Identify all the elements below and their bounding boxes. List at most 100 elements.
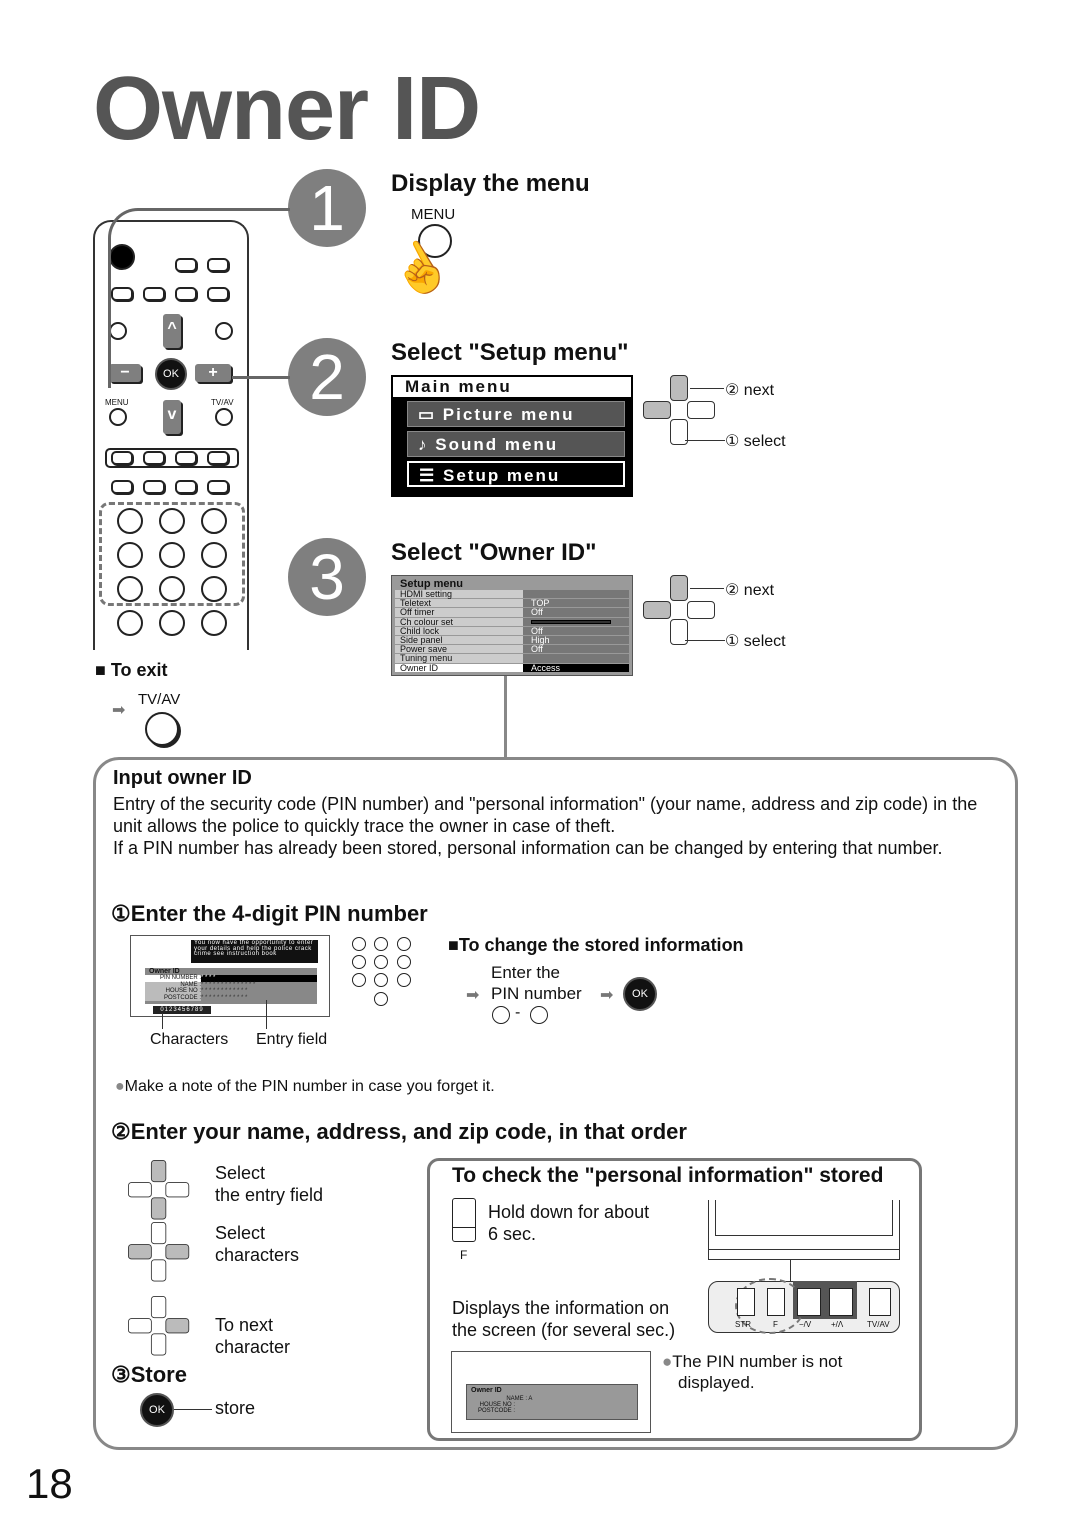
number-key-icon <box>397 973 411 987</box>
dpad-up-down-icon <box>128 1160 190 1220</box>
number-key[interactable] <box>201 610 227 636</box>
list-icon: ☰ <box>419 466 437 485</box>
remote-button[interactable] <box>207 480 229 494</box>
pin-screen-title: Owner ID <box>149 968 180 975</box>
arrow-icon: ➡ <box>466 987 480 1004</box>
leader-line <box>232 376 290 379</box>
step-number-3: 3 <box>288 538 366 616</box>
arrow-icon: ➡ <box>600 987 614 1004</box>
arrow-icon: ➡ <box>112 702 126 719</box>
ok-button[interactable]: OK <box>623 977 657 1011</box>
store-label: store <box>215 1398 256 1418</box>
number-key-icon <box>397 937 411 951</box>
number-key-icon <box>492 1006 510 1024</box>
dpad-left-right-icon <box>128 1222 190 1282</box>
tvav-label: TV/AV <box>867 1320 890 1329</box>
page-number: 18 <box>26 1460 73 1507</box>
main-menu-screen: Main menu ▭ Picture menu ♪ Sound menu ☰ … <box>391 375 633 497</box>
setup-row-owner-id[interactable]: Owner ID Access <box>395 663 629 673</box>
number-key[interactable] <box>117 542 143 568</box>
number-key[interactable] <box>159 610 185 636</box>
characters-label: Characters <box>150 1031 229 1048</box>
step-3-heading: Select "Owner ID" <box>391 539 597 566</box>
setup-menu-screen: Setup menu HDMI setting Teletext TOP Off … <box>391 575 633 676</box>
menu-item-label: Setup menu <box>442 466 561 485</box>
select-label: ① select <box>725 433 786 450</box>
step-1-heading: Display the menu <box>391 170 590 197</box>
pin-entry-screen: You now have the opportunity to enter yo… <box>130 935 330 1017</box>
step-2-heading: Select "Setup menu" <box>391 339 629 366</box>
f-label: F <box>773 1320 778 1329</box>
remote-button[interactable] <box>143 480 165 494</box>
f-button-icon <box>452 1198 476 1242</box>
number-key-icon <box>374 992 388 1006</box>
dpad-icon <box>643 575 715 645</box>
number-key-icon <box>352 955 366 969</box>
displays-text: Displays the information on the screen (f… <box>452 1298 676 1340</box>
number-key[interactable] <box>201 576 227 602</box>
tvav-label: TV/AV <box>138 691 181 708</box>
step-number-2: 2 <box>288 338 366 416</box>
menu-item-picture[interactable]: ▭ Picture menu <box>407 401 625 427</box>
next-label: ② next <box>725 382 775 399</box>
ok-button[interactable]: OK <box>140 1393 174 1427</box>
number-key[interactable] <box>117 610 143 636</box>
number-key-icon <box>374 937 388 951</box>
menu-item-label: Sound menu <box>435 435 559 454</box>
menu-item-sound[interactable]: ♪ Sound menu <box>407 431 625 457</box>
connector-line <box>504 676 507 757</box>
volume-up-label: +/Λ <box>831 1320 844 1329</box>
number-key-icon <box>352 937 366 951</box>
number-key-icon <box>374 955 388 969</box>
main-menu-title: Main menu <box>393 377 631 397</box>
instruction: Select characters <box>215 1223 300 1265</box>
exit-heading: ■ To exit <box>95 660 168 680</box>
remote-button[interactable] <box>143 451 165 465</box>
menu-item-setup[interactable]: ☰ Setup menu <box>407 461 625 487</box>
number-key[interactable] <box>159 542 185 568</box>
number-key[interactable] <box>159 576 185 602</box>
input-heading: Input owner ID <box>113 767 252 789</box>
number-key[interactable] <box>117 508 143 534</box>
remote-button[interactable] <box>207 451 229 465</box>
tv-illustration <box>708 1200 900 1260</box>
remote-button[interactable] <box>111 451 133 465</box>
instruction: To next character <box>215 1315 291 1357</box>
remote-button[interactable] <box>175 480 197 494</box>
colour-slider[interactable] <box>531 620 611 625</box>
tvav-label: TV/AV <box>211 398 234 407</box>
step-number-1: 1 <box>288 169 366 247</box>
number-key[interactable] <box>201 508 227 534</box>
pin-not-displayed-note: ●The PIN number is not displayed. <box>662 1352 843 1392</box>
leader-line <box>108 208 290 388</box>
instruction: Select the entry field <box>215 1163 324 1205</box>
dpad-icon <box>643 375 715 445</box>
change-line1: Enter the <box>491 963 560 982</box>
remote-button[interactable] <box>111 480 133 494</box>
volume-down-label: −/V <box>799 1320 812 1329</box>
tvav-button[interactable] <box>215 408 233 426</box>
tvav-button[interactable] <box>145 712 179 746</box>
number-key-icon <box>397 955 411 969</box>
menu-label: MENU <box>105 398 129 407</box>
change-line2: PIN number <box>491 984 582 1003</box>
number-key[interactable] <box>201 542 227 568</box>
pin-note: ●Make a note of the PIN number in case y… <box>115 1078 495 1095</box>
number-key-icon <box>374 973 388 987</box>
paragraph: Entry of the security code (PIN number) … <box>113 794 978 836</box>
menu-button[interactable] <box>109 408 127 426</box>
str-label: STR <box>735 1320 751 1329</box>
step3-heading: ③Store <box>111 1362 187 1387</box>
screen-title: Owner ID <box>471 1387 502 1394</box>
number-key-icon <box>352 973 366 987</box>
next-label: ② next <box>725 582 775 599</box>
menu-button-label: MENU <box>411 206 456 223</box>
check-heading: To check the "personal information" stor… <box>452 1164 884 1187</box>
remote-button[interactable] <box>175 451 197 465</box>
owner-id-display-screen: Owner ID NAME : A HOUSE NO : POSTCODE : <box>451 1351 651 1433</box>
number-key[interactable] <box>117 576 143 602</box>
number-key[interactable] <box>159 508 185 534</box>
entry-field-label: Entry field <box>256 1031 328 1048</box>
down-button[interactable]: v <box>163 400 181 434</box>
range-dash: - <box>515 1004 521 1021</box>
